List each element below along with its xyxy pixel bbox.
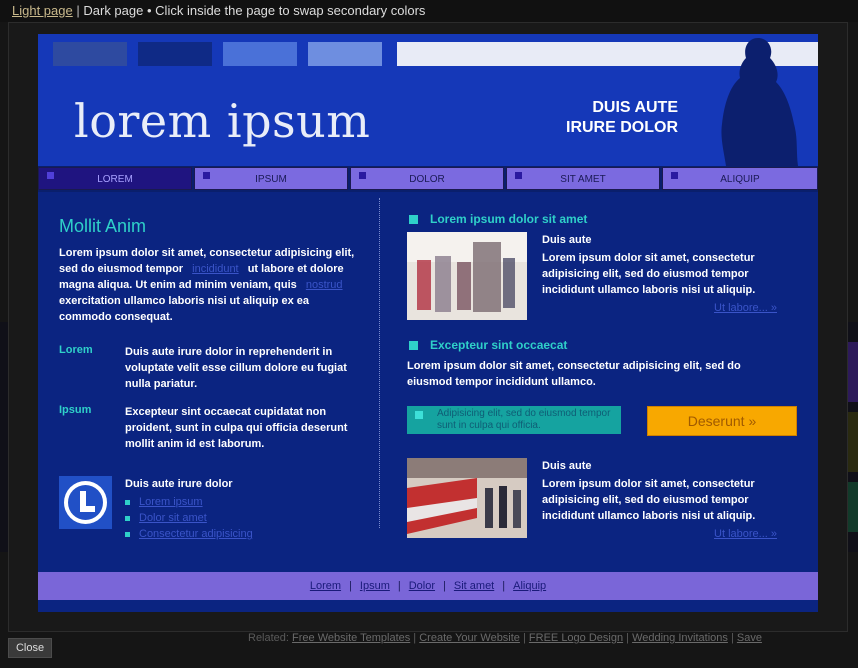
footer-separator: | xyxy=(502,580,506,592)
right-heading-1: Lorem ipsum dolor sit amet xyxy=(407,212,587,226)
woman-silhouette-image xyxy=(721,38,798,166)
footer-separator: | xyxy=(349,580,352,592)
nav-bullet-icon xyxy=(47,172,54,179)
left-column: Mollit Anim Lorem ipsum dolor sit amet, … xyxy=(59,216,359,540)
color-swatch-4 xyxy=(308,42,382,66)
light-page-link[interactable]: Light page xyxy=(12,3,73,18)
definition-term: Ipsum xyxy=(59,404,92,416)
close-button[interactable]: Close xyxy=(8,638,52,658)
nav-item-lorem[interactable]: LOREM xyxy=(38,167,192,190)
list-link[interactable]: Lorem ipsum xyxy=(125,494,253,510)
list-link[interactable]: Dolor sit amet xyxy=(125,510,253,526)
related-links-bar: Related: Free Website Templates | Create… xyxy=(248,632,762,644)
article-title: Duis aute xyxy=(542,460,592,472)
right-heading-2: Excepteur sint occaecat xyxy=(407,338,567,352)
footer-link-sit-amet[interactable]: Sit amet xyxy=(454,580,494,592)
column-divider xyxy=(379,198,380,528)
related-link[interactable]: Free Website Templates xyxy=(292,632,410,644)
footer-link-aliquip[interactable]: Aliquip xyxy=(513,580,546,592)
nav-label: SIT AMET xyxy=(560,174,606,185)
crowd-photo-thumbnail[interactable] xyxy=(407,232,527,320)
main-nav: LOREM IPSUM DOLOR SIT AMET ALIQUIP xyxy=(38,166,818,192)
color-swatch-1 xyxy=(53,42,127,66)
right-paragraph: Lorem ipsum dolor sit amet, consectetur … xyxy=(407,360,741,388)
nav-item-dolor[interactable]: DOLOR xyxy=(350,167,504,190)
article-text: Lorem ipsum dolor sit amet, consectetur … xyxy=(542,478,756,522)
related-link[interactable]: Wedding Invitations xyxy=(632,632,728,644)
article-text: Lorem ipsum dolor sit amet, consectetur … xyxy=(542,252,756,296)
article-title: Duis aute xyxy=(542,234,592,246)
section-title: Mollit Anim xyxy=(59,216,147,236)
info-box-text: Adipisicing elit, sed do eiusmod tempor … xyxy=(437,408,611,431)
list-link[interactable]: Consectetur adipisicing xyxy=(125,526,253,542)
footer-link-lorem[interactable]: Lorem xyxy=(310,580,341,592)
definition-text: Excepteur sint occaecat cupidatat non pr… xyxy=(125,406,348,450)
nav-label: DOLOR xyxy=(409,174,445,185)
nav-bullet-icon xyxy=(359,172,366,179)
footer-separator: | xyxy=(443,580,446,592)
intro-paragraph: Lorem ipsum dolor sit amet, consectetur … xyxy=(59,245,359,325)
intro-text-3: exercitation ullamco laboris nisi ut ali… xyxy=(59,295,310,323)
definition-text: Duis aute irure dolor in reprehenderit i… xyxy=(125,346,347,390)
related-link[interactable]: FREE Logo Design xyxy=(529,632,623,644)
clock-logo-icon xyxy=(59,476,112,529)
read-more-link[interactable]: Ut labore... » xyxy=(714,302,777,314)
train-photo-thumbnail[interactable] xyxy=(407,458,527,538)
footer-link-ipsum[interactable]: Ipsum xyxy=(360,580,390,592)
deserunt-button[interactable]: Deserunt » xyxy=(647,406,797,436)
related-link[interactable]: Create Your Website xyxy=(419,632,520,644)
nav-bullet-icon xyxy=(515,172,522,179)
topbar-hint: Click inside the page to swap secondary … xyxy=(155,3,426,18)
nav-item-ipsum[interactable]: IPSUM xyxy=(194,167,348,190)
topbar-separator: | xyxy=(76,3,80,18)
related-link[interactable]: Save xyxy=(737,632,762,644)
dark-page-label: Dark page xyxy=(83,3,144,18)
related-label: Related: xyxy=(248,632,289,644)
info-box: Adipisicing elit, sed do eiusmod tempor … xyxy=(407,406,621,434)
site-header: lorem ipsum DUIS AUTE IRURE DOLOR xyxy=(38,34,818,166)
site-footer: Lorem | Ipsum | Dolor | Sit amet | Aliquip xyxy=(38,572,818,600)
nav-item-sit-amet[interactable]: SIT AMET xyxy=(506,167,660,190)
nav-bullet-icon xyxy=(671,172,678,179)
nostrud-link[interactable]: nostrud xyxy=(300,279,349,291)
definition-term: Lorem xyxy=(59,344,93,356)
top-info-bar: Light page | Dark page • Click inside th… xyxy=(0,0,858,22)
tagline-line-1: DUIS AUTE xyxy=(592,99,678,116)
color-swatch-2 xyxy=(138,42,212,66)
nav-label: ALIQUIP xyxy=(720,174,760,185)
footer-link-dolor[interactable]: Dolor xyxy=(409,580,435,592)
read-more-link[interactable]: Ut labore... » xyxy=(714,528,777,540)
block-title: Duis aute irure dolor xyxy=(125,478,233,490)
nav-label: IPSUM xyxy=(255,174,287,185)
topbar-bullet: • xyxy=(146,3,152,18)
tagline-line-2: IRURE DOLOR xyxy=(566,119,678,136)
footer-separator: | xyxy=(397,580,401,592)
nav-bullet-icon xyxy=(203,172,210,179)
block-link-list: Lorem ipsum Dolor sit amet Consectetur a… xyxy=(125,494,253,542)
header-tagline: DUIS AUTE IRURE DOLOR xyxy=(566,98,678,138)
info-box-icon xyxy=(415,411,423,419)
template-preview-page[interactable]: lorem ipsum DUIS AUTE IRURE DOLOR LOREM … xyxy=(38,34,818,612)
incididunt-link[interactable]: incididunt xyxy=(186,263,244,275)
color-swatch-3 xyxy=(223,42,297,66)
nav-item-aliquip[interactable]: ALIQUIP xyxy=(662,167,818,190)
nav-label: LOREM xyxy=(97,174,133,185)
site-logo: lorem ipsum xyxy=(74,94,371,148)
main-content: Mollit Anim Lorem ipsum dolor sit amet, … xyxy=(38,192,818,572)
